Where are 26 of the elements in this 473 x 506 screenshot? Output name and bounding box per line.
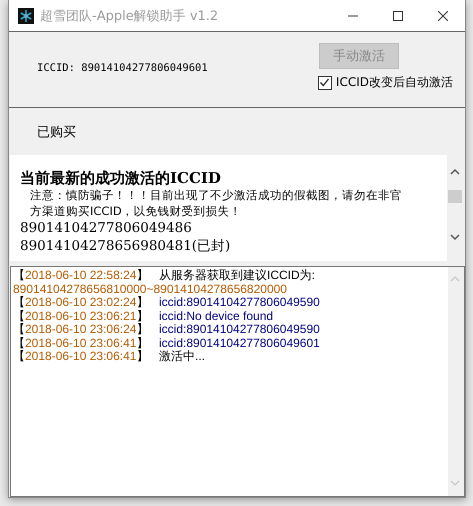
log-message: iccid:89014104277806049601 (159, 336, 320, 350)
log-timestamp: 【2018-06-10 23:06:41】 (13, 336, 150, 350)
window-title: 超雪团队-Apple解锁助手 v1.2 (40, 8, 218, 24)
status-text: 已购买 (37, 124, 77, 142)
snowflake-icon (18, 8, 34, 24)
checkbox[interactable] (318, 76, 332, 90)
iccid-label: ICCID: 89014104277806049601 (37, 62, 208, 74)
log-timestamp: 【2018-06-10 23:02:24】 (13, 296, 150, 310)
close-icon (438, 10, 448, 20)
iccid-entry: 89014104278656980481(已封) (20, 237, 232, 255)
log-message: iccid:89014104277806049590 (159, 323, 320, 336)
log-message: iccid:No device found (159, 310, 274, 323)
log-timestamp: 【2018-06-10 23:06:24】 (13, 323, 150, 336)
log-timestamp: 【2018-06-10 23:06:41】 (13, 350, 150, 364)
scrollbar[interactable] (448, 267, 464, 496)
log-message: 从服务器获取到建议ICCID为: (159, 269, 315, 282)
log-message: iccid:89014104277806049590 (159, 296, 320, 310)
warning-notice: 注意：慎防骗子！！！目前出现了不少激活成功的假截图，请勿在非官方渠道购买ICCID，以免钱财受到损失！ (29, 187, 403, 219)
log-timestamp: 【2018-06-10 22:58:24】 (13, 269, 150, 282)
checkbox-label: ICCID改变后自动激活 (336, 74, 453, 91)
iccid-entry: 89014104277806049486 (20, 219, 193, 237)
log-timestamp: 【2018-06-10 23:06:21】 (13, 310, 150, 323)
log-message: 激活中... (159, 350, 206, 364)
panel-heading: 当前最新的成功激活的ICCID (20, 169, 222, 187)
log-message: 89014104278656810000~89014104278656820000 (13, 282, 288, 296)
maximize-icon (392, 10, 402, 20)
